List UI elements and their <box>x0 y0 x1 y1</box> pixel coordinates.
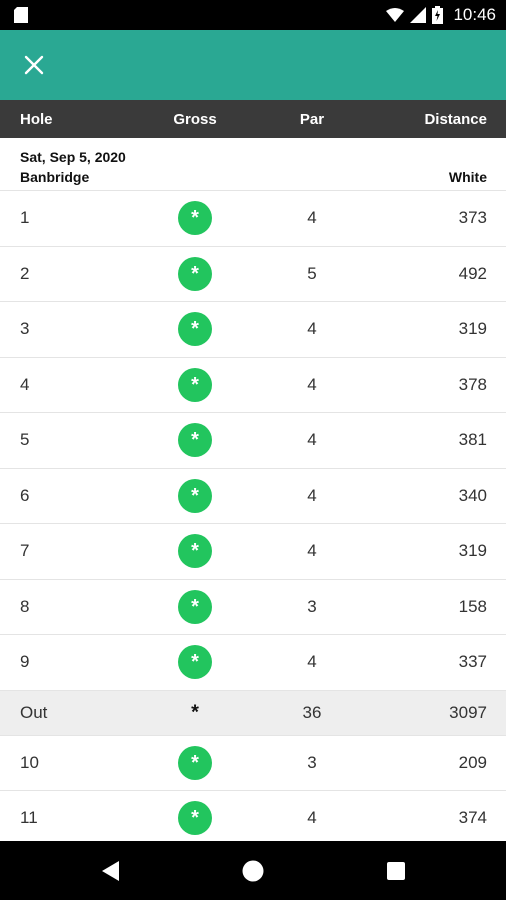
par-value: 4 <box>307 541 317 561</box>
gross-score-button[interactable]: * <box>178 589 212 624</box>
back-button[interactable] <box>81 841 141 900</box>
close-icon <box>24 55 44 75</box>
distance-value: 158 <box>458 596 487 616</box>
gross-score-button[interactable]: * <box>178 367 212 402</box>
table-row: 10 * 3 209 <box>0 736 506 791</box>
status-bar: 10:46 <box>0 0 506 30</box>
home-button[interactable] <box>223 841 283 900</box>
par-value: 4 <box>307 374 317 394</box>
distance-total: 3097 <box>449 702 487 722</box>
sim-card-icon <box>14 7 28 23</box>
table-row: 1 * 4 373 <box>0 191 506 247</box>
table-header: Hole Gross Par Distance <box>0 100 506 138</box>
hole-number: 2 <box>20 263 30 283</box>
distance-value: 378 <box>458 374 487 394</box>
course-name: Banbridge <box>20 169 90 185</box>
out-summary-row: Out * 36 3097 <box>0 690 506 736</box>
gross-score-button[interactable]: * <box>178 745 212 780</box>
status-icons: 10:46 <box>386 0 496 30</box>
table-row: 9 * 4 337 <box>0 635 506 691</box>
signal-icon <box>410 7 427 23</box>
column-header-hole: Hole <box>20 111 53 128</box>
navigation-bar <box>0 841 506 900</box>
hole-number: 11 <box>20 808 38 828</box>
close-button[interactable] <box>18 49 50 81</box>
back-icon <box>102 860 119 881</box>
par-value: 4 <box>307 319 317 339</box>
hole-number: 4 <box>20 374 30 394</box>
par-value: 4 <box>307 808 317 828</box>
par-value: 4 <box>307 208 317 228</box>
gross-score-button[interactable]: * <box>178 534 212 569</box>
gross-score-button[interactable]: * <box>178 801 212 836</box>
hole-number: 10 <box>20 752 39 772</box>
column-header-par: Par <box>299 111 325 128</box>
gross-total: * <box>191 701 199 723</box>
distance-value: 340 <box>458 485 487 505</box>
app-bar <box>0 30 506 100</box>
recents-button[interactable] <box>366 841 426 900</box>
recents-icon <box>387 861 405 880</box>
wifi-icon <box>386 8 405 22</box>
gross-score-button[interactable]: * <box>178 478 212 513</box>
par-value: 3 <box>307 596 317 616</box>
par-value: 3 <box>307 752 317 772</box>
table-row: 3 * 4 319 <box>0 302 506 358</box>
status-time: 10:46 <box>453 5 496 24</box>
table-row: 7 * 4 319 <box>0 524 506 580</box>
home-icon <box>242 860 264 881</box>
table-row: 6 * 4 340 <box>0 469 506 524</box>
par-value: 5 <box>307 263 317 283</box>
distance-value: 381 <box>458 430 487 450</box>
distance-value: 337 <box>458 652 487 672</box>
round-info: Sat, Sep 5, 2020 Banbridge White <box>0 138 506 191</box>
gross-score-button[interactable]: * <box>178 423 212 458</box>
distance-value: 319 <box>458 541 487 561</box>
hole-number: 8 <box>20 596 30 616</box>
hole-number: 9 <box>20 652 30 672</box>
par-value: 4 <box>307 430 317 450</box>
par-value: 4 <box>307 485 317 505</box>
battery-charging-icon <box>432 6 444 24</box>
hole-number: 1 <box>20 208 30 228</box>
gross-score-button[interactable]: * <box>178 645 212 680</box>
distance-value: 374 <box>458 808 487 828</box>
par-value: 4 <box>307 652 317 672</box>
table-row: 8 * 3 158 <box>0 580 506 635</box>
hole-number: 6 <box>20 485 30 505</box>
table-row: 2 * 5 492 <box>0 247 506 302</box>
column-header-distance: Distance <box>424 111 487 128</box>
hole-number: 5 <box>20 430 30 450</box>
table-row: 5 * 4 381 <box>0 413 506 469</box>
distance-value: 492 <box>458 263 487 283</box>
gross-score-button[interactable]: * <box>178 312 212 347</box>
tee-name: White <box>448 169 487 185</box>
gross-score-button[interactable]: * <box>178 201 212 236</box>
hole-number: 3 <box>20 319 30 339</box>
distance-value: 209 <box>458 752 487 772</box>
column-header-gross: Gross <box>173 111 217 128</box>
gross-score-button[interactable]: * <box>178 256 212 291</box>
round-date: Sat, Sep 5, 2020 <box>20 149 126 165</box>
score-rows: 1 * 4 373 2 * 5 492 3 * 4 319 4 * 4 378 … <box>0 191 506 847</box>
hole-number: 7 <box>20 541 30 561</box>
table-row: 4 * 4 378 <box>0 358 506 413</box>
summary-label: Out <box>20 702 48 722</box>
distance-value: 319 <box>458 319 487 339</box>
distance-value: 373 <box>458 208 487 228</box>
par-total: 36 <box>302 702 322 722</box>
table-row: 11 * 4 374 <box>0 791 506 847</box>
